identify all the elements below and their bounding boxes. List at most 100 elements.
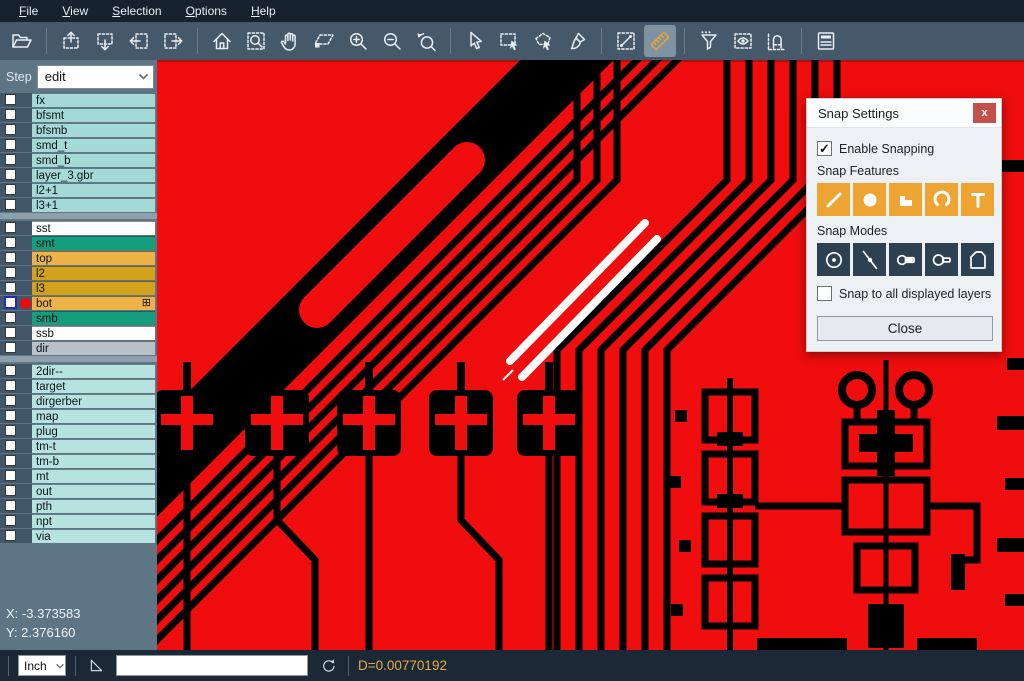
layer-name[interactable]: via	[32, 529, 155, 543]
snap-magnet-icon[interactable]	[761, 25, 793, 57]
snap-circle-icon[interactable]	[853, 183, 886, 216]
layer-name[interactable]: smd_b	[32, 153, 155, 167]
layer-visibility-checkbox[interactable]	[5, 425, 16, 436]
layer-visibility-checkbox[interactable]	[5, 485, 16, 496]
layer-visibility-checkbox[interactable]	[5, 184, 16, 195]
select-polygon-icon[interactable]	[527, 25, 559, 57]
layer-name[interactable]: layer_3.gbr	[32, 168, 155, 182]
snap-line-icon[interactable]	[817, 183, 850, 216]
snap-all-layers-checkbox[interactable]	[817, 286, 832, 301]
layer-visibility-checkbox[interactable]	[5, 139, 16, 150]
layer-visibility-checkbox[interactable]	[5, 154, 16, 165]
layer-name[interactable]: target	[32, 379, 155, 393]
snap-surface-icon[interactable]	[889, 183, 922, 216]
layer-name[interactable]: smd_t	[32, 138, 155, 152]
snap-arc-icon[interactable]	[925, 183, 958, 216]
layer-name[interactable]: dirgerber	[32, 394, 155, 408]
layer-name[interactable]: sst	[32, 221, 155, 235]
home-view-icon[interactable]	[206, 25, 238, 57]
layer-visibility-checkbox[interactable]	[5, 252, 16, 263]
pan-hand-icon[interactable]	[274, 25, 306, 57]
layer-name[interactable]: out	[32, 484, 155, 498]
layer-visibility-checkbox[interactable]	[5, 267, 16, 278]
menu-selection[interactable]: Selection	[101, 2, 172, 20]
layer-name[interactable]: smt	[32, 236, 155, 250]
menu-help[interactable]: Help	[240, 2, 287, 20]
import-top-icon[interactable]	[55, 25, 87, 57]
clean-brush-icon[interactable]	[561, 25, 593, 57]
layer-visibility-checkbox[interactable]	[5, 237, 16, 248]
snap-pad-round-slot-icon[interactable]	[925, 243, 958, 276]
layer-visibility-checkbox[interactable]	[5, 455, 16, 466]
layer-visibility-checkbox[interactable]	[5, 124, 16, 135]
layer-name[interactable]: map	[32, 409, 155, 423]
layer-visibility-checkbox[interactable]	[5, 515, 16, 526]
layer-visibility-checkbox[interactable]	[5, 312, 16, 323]
layer-name[interactable]: fx	[32, 93, 155, 107]
snap-polygon-corner-icon[interactable]	[961, 243, 994, 276]
layer-visibility-checkbox[interactable]	[5, 380, 16, 391]
layer-grid-icon[interactable]: ⊞	[142, 298, 151, 309]
layer-name[interactable]: l2+1	[32, 183, 155, 197]
layer-visibility-checkbox[interactable]	[4, 296, 17, 309]
layer-name[interactable]: top	[32, 251, 155, 265]
open-folder-icon[interactable]	[6, 25, 38, 57]
layer-name[interactable]: dir	[32, 341, 155, 355]
layer-name[interactable]: smb	[32, 311, 155, 325]
layer-visibility-checkbox[interactable]	[5, 410, 16, 421]
layer-name[interactable]: 2dir--	[32, 364, 155, 378]
step-dropdown[interactable]: edit	[37, 65, 154, 89]
select-rect-icon[interactable]	[493, 25, 525, 57]
import-right-icon[interactable]	[157, 25, 189, 57]
layer-name[interactable]: l3+1	[32, 198, 155, 212]
layer-visibility-checkbox[interactable]	[5, 94, 16, 105]
zoom-previous-icon[interactable]	[410, 25, 442, 57]
layer-visibility-checkbox[interactable]	[5, 530, 16, 541]
dialog-close-button[interactable]: Close	[817, 316, 993, 341]
layer-visibility-checkbox[interactable]	[5, 365, 16, 376]
layer-visibility-checkbox[interactable]	[5, 222, 16, 233]
layer-visibility-checkbox[interactable]	[5, 440, 16, 451]
zoom-out-icon[interactable]	[376, 25, 408, 57]
zoom-in-icon[interactable]	[342, 25, 374, 57]
dialog-close-icon[interactable]: x	[973, 103, 996, 123]
layer-name[interactable]: pth	[32, 499, 155, 513]
layer-name[interactable]: tm-t	[32, 439, 155, 453]
layer-visibility-checkbox[interactable]	[5, 282, 16, 293]
layer-name[interactable]: tm-b	[32, 454, 155, 468]
layer-name[interactable]: bfsmb	[32, 123, 155, 137]
layer-name[interactable]: ssb	[32, 326, 155, 340]
layer-visibility-checkbox[interactable]	[5, 199, 16, 210]
layer-visibility-checkbox[interactable]	[5, 169, 16, 180]
snap-point-on-line-icon[interactable]	[853, 243, 886, 276]
layer-visibility-checkbox[interactable]	[5, 500, 16, 511]
snap-text-icon[interactable]	[961, 183, 994, 216]
menu-options[interactable]: Options	[175, 2, 238, 20]
enable-snapping-checkbox[interactable]	[817, 141, 832, 156]
layer-visibility-checkbox[interactable]	[5, 327, 16, 338]
layer-name[interactable]: l3	[32, 281, 155, 295]
layer-name[interactable]: l2	[32, 266, 155, 280]
filter-icon[interactable]	[693, 25, 725, 57]
menu-view[interactable]: View	[51, 2, 99, 20]
measure-ruler-icon[interactable]	[644, 25, 676, 57]
layer-name[interactable]: plug	[32, 424, 155, 438]
layer-name[interactable]: mt	[32, 469, 155, 483]
layer-visibility-checkbox[interactable]	[5, 342, 16, 353]
snap-center-icon[interactable]	[817, 243, 850, 276]
command-input[interactable]	[116, 655, 308, 676]
layer-name[interactable]: bfsmt	[32, 108, 155, 122]
import-bottom-icon[interactable]	[89, 25, 121, 57]
layer-visibility-checkbox[interactable]	[5, 470, 16, 481]
layer-name[interactable]: bot⊞	[32, 296, 155, 310]
select-arrow-icon[interactable]	[459, 25, 491, 57]
zoom-fit-icon[interactable]	[240, 25, 272, 57]
zoom-area-icon[interactable]	[308, 25, 340, 57]
refresh-icon[interactable]	[317, 655, 339, 677]
angle-tool-icon[interactable]	[85, 655, 107, 677]
report-panel-icon[interactable]	[810, 25, 842, 57]
layer-visibility-checkbox[interactable]	[5, 109, 16, 120]
highlight-view-icon[interactable]	[727, 25, 759, 57]
layer-visibility-checkbox[interactable]	[5, 395, 16, 406]
unit-dropdown[interactable]: Inch	[18, 655, 66, 676]
